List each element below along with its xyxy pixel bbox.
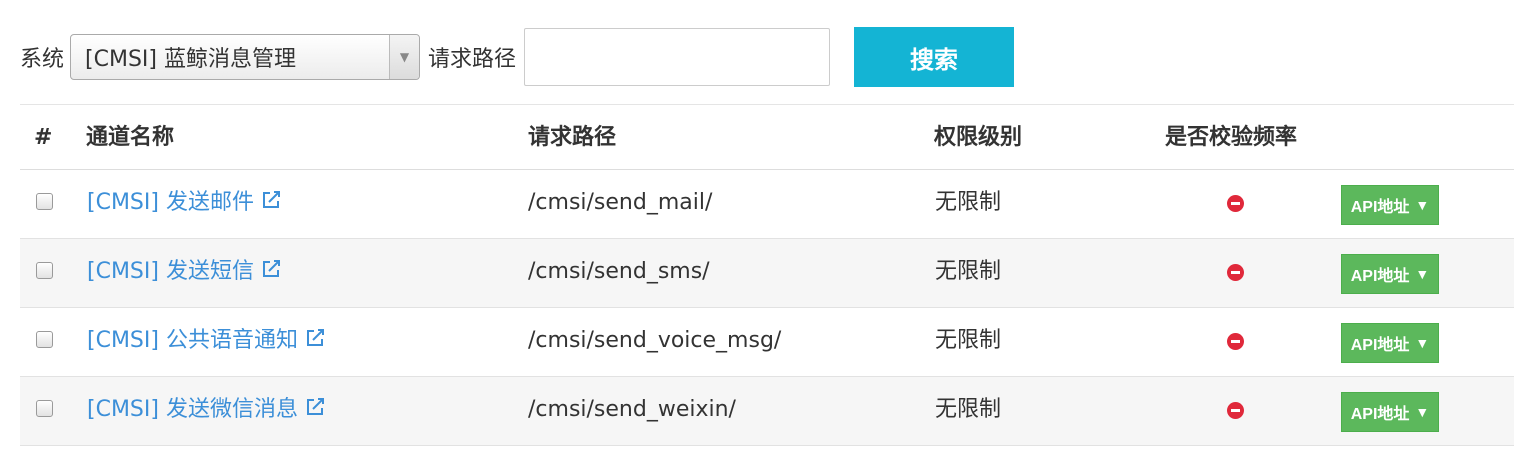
channel-name-cell: [CMSI] 发送微信消息 — [87, 377, 326, 445]
path-cell: /cmsi/send_sms/ — [528, 259, 710, 284]
path-input[interactable] — [524, 28, 831, 86]
caret-down-icon: ▼ — [1415, 197, 1430, 213]
filter-toolbar: 系统 [CMSI] 蓝鲸消息管理 ▼ 请求路径 搜索 — [20, 27, 1015, 87]
api-address-label: API地址 — [1350, 268, 1410, 285]
table-row: [CMSI] 公共语音通知 /cmsi/send_voice_msg/ 无限制 … — [20, 308, 1514, 377]
path-cell: /cmsi/send_mail/ — [528, 190, 713, 215]
permission-cell: 无限制 — [935, 397, 1002, 422]
channel-name-cell: [CMSI] 发送短信 — [87, 239, 282, 307]
header-permission: 权限级别 — [934, 125, 1023, 150]
header-path: 请求路径 — [528, 125, 617, 150]
system-select[interactable]: [CMSI] 蓝鲸消息管理 ▼ — [70, 34, 421, 80]
api-address-button[interactable]: API地址 ▼ — [1341, 185, 1439, 225]
header-rate-check: 是否校验频率 — [1165, 125, 1298, 150]
no-entry-icon — [1227, 402, 1244, 419]
api-address-button[interactable]: API地址 ▼ — [1341, 392, 1439, 432]
no-entry-icon — [1227, 195, 1244, 212]
permission-cell: 无限制 — [935, 259, 1002, 284]
caret-down-icon: ▼ — [1415, 266, 1430, 282]
channel-name-cell: [CMSI] 公共语音通知 — [87, 308, 326, 376]
channel-name-link[interactable]: [CMSI] 发送邮件 — [87, 190, 254, 215]
header-name: 通道名称 — [86, 125, 175, 150]
api-address-button[interactable]: API地址 ▼ — [1341, 254, 1439, 294]
external-link-icon[interactable] — [260, 189, 282, 211]
row-checkbox[interactable] — [36, 400, 53, 417]
api-address-button[interactable]: API地址 ▼ — [1341, 323, 1439, 363]
permission-cell: 无限制 — [935, 328, 1002, 353]
channel-name-link[interactable]: [CMSI] 发送短信 — [87, 259, 254, 284]
row-checkbox[interactable] — [36, 331, 53, 348]
header-index: # — [34, 125, 53, 150]
api-address-label: API地址 — [1350, 406, 1410, 423]
path-cell: /cmsi/send_voice_msg/ — [528, 328, 782, 353]
caret-down-icon: ▼ — [1415, 335, 1430, 351]
permission-cell: 无限制 — [935, 190, 1002, 215]
table-row: [CMSI] 发送微信消息 /cmsi/send_weixin/ 无限制 API… — [20, 377, 1514, 446]
system-label: 系统 — [20, 47, 65, 72]
table-row: [CMSI] 发送短信 /cmsi/send_sms/ 无限制 API地址 ▼ — [20, 239, 1514, 308]
channel-name-link[interactable]: [CMSI] 公共语音通知 — [87, 328, 298, 353]
external-link-icon[interactable] — [304, 396, 326, 418]
chevron-down-icon[interactable]: ▼ — [389, 35, 420, 79]
no-entry-icon — [1227, 264, 1244, 281]
row-checkbox[interactable] — [36, 262, 53, 279]
no-entry-icon — [1227, 333, 1244, 350]
system-select-value: [CMSI] 蓝鲸消息管理 — [85, 47, 296, 72]
channel-table: # 通道名称 请求路径 权限级别 是否校验频率 [CMSI] 发送邮件 /cms… — [20, 104, 1514, 446]
search-button[interactable]: 搜索 — [854, 27, 1015, 87]
caret-down-icon: ▼ — [1415, 404, 1430, 420]
api-address-label: API地址 — [1350, 199, 1410, 216]
external-link-icon[interactable] — [304, 327, 326, 349]
external-link-icon[interactable] — [260, 258, 282, 280]
api-address-label: API地址 — [1350, 337, 1410, 354]
channel-name-link[interactable]: [CMSI] 发送微信消息 — [87, 397, 298, 422]
channel-name-cell: [CMSI] 发送邮件 — [87, 170, 282, 238]
table-header: # 通道名称 请求路径 权限级别 是否校验频率 — [20, 105, 1514, 170]
row-checkbox[interactable] — [36, 193, 53, 210]
path-cell: /cmsi/send_weixin/ — [528, 397, 736, 422]
table-row: [CMSI] 发送邮件 /cmsi/send_mail/ 无限制 API地址 ▼ — [20, 170, 1514, 239]
path-label: 请求路径 — [428, 47, 517, 72]
